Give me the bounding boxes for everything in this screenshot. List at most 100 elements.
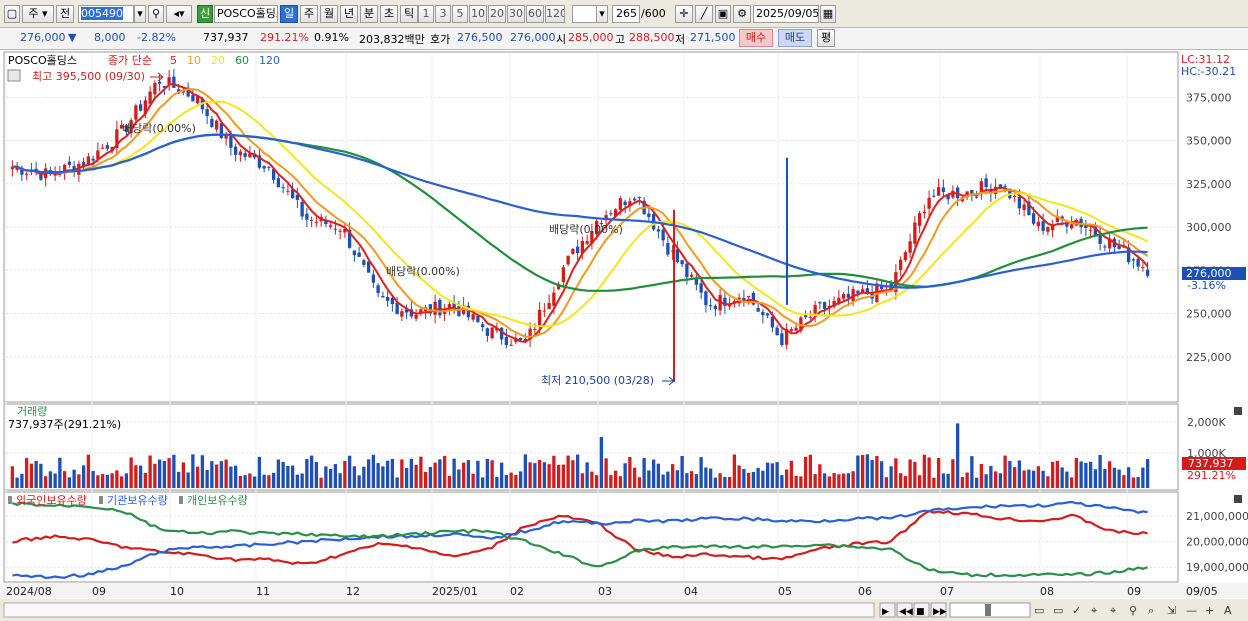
stock-name-field[interactable]: POSCO홀딩스 [214, 5, 278, 23]
unit-dropdown-arrow-icon[interactable]: ▾ [596, 5, 608, 23]
stock-chart[interactable]: 375,000350,000325,000300,000275,000250,0… [0, 50, 1248, 621]
horizontal-scrollbar[interactable] [3, 602, 875, 618]
volume-bar [1041, 470, 1045, 488]
freq-dropdown[interactable]: 주 ▾ [22, 5, 54, 23]
x-tick-label: 11 [256, 585, 270, 598]
volume-bar [803, 456, 808, 488]
toolbar-icon[interactable]: — [1186, 604, 1197, 617]
toolbar-icon[interactable]: ✓ [1072, 604, 1081, 617]
zoom-slider-handle[interactable] [985, 604, 991, 616]
save-icon[interactable]: ▣ [715, 5, 731, 23]
interval-button[interactable]: 5 [452, 5, 468, 23]
toolbar-icon[interactable]: ⇲ [1167, 604, 1176, 617]
volume-bar [100, 474, 105, 488]
volume-bar [243, 475, 247, 488]
volume-bar [1117, 469, 1121, 488]
high-price: 288,500 [629, 31, 675, 44]
volume-bar [395, 477, 399, 488]
volume-bar [1107, 461, 1112, 488]
volume-bar [295, 474, 300, 488]
period-button[interactable]: 년 [340, 5, 358, 23]
volume-bar [461, 462, 466, 488]
interval-button[interactable]: 30 [507, 5, 525, 23]
volume-bar [20, 473, 24, 488]
candle-body [742, 297, 746, 301]
candle-body [262, 166, 266, 169]
candle-body [1017, 196, 1022, 209]
interval-button[interactable]: 60 [526, 5, 544, 23]
speaker-icon[interactable]: ◂▾ [166, 5, 192, 23]
candle-body [100, 147, 105, 149]
stock-code-input[interactable]: 005490 [78, 5, 134, 23]
volume-bar [1093, 469, 1098, 488]
period-button[interactable]: 일 [280, 5, 298, 23]
interval-button[interactable]: 120 [545, 5, 565, 23]
volume-bar [765, 462, 770, 488]
window-menu-icon[interactable]: ▢ [4, 5, 20, 23]
candle-body [756, 307, 760, 312]
volume-bar [1098, 455, 1102, 488]
volume-bar [238, 475, 243, 488]
volume-bar [490, 460, 494, 488]
x-tick-label: 2025/01 [432, 585, 478, 598]
date-input[interactable]: 2025/09/05 [753, 5, 819, 23]
count-total: /600 [641, 7, 666, 20]
candle-body [922, 211, 927, 214]
period-button[interactable]: 초 [380, 5, 398, 23]
ask-price-2: 276,000 [510, 31, 556, 44]
volume-bar [1136, 477, 1140, 488]
toolbar-icon[interactable]: ⌖ [1091, 604, 1097, 617]
table-toggle-icon[interactable] [7, 69, 21, 82]
buy-button[interactable]: 매수 [739, 29, 773, 47]
evaluation-button[interactable]: 평 [817, 29, 835, 47]
candle-body [632, 198, 637, 201]
gear-icon[interactable]: ⚙ [733, 5, 751, 23]
period-button[interactable]: 분 [360, 5, 378, 23]
crosshair-icon[interactable]: ✛ [675, 5, 693, 23]
candle-body [780, 333, 784, 345]
period-button[interactable]: 월 [320, 5, 338, 23]
interval-button[interactable]: 20 [488, 5, 506, 23]
candle-body [675, 249, 680, 262]
holdings-panel-close-icon[interactable] [1234, 495, 1242, 503]
draw-line-icon[interactable]: ╱ [695, 5, 713, 23]
volume-pct: 291.21% [260, 31, 309, 44]
candle-body [229, 134, 233, 148]
toolbar-icon[interactable]: + [1205, 604, 1214, 617]
count-input[interactable]: 265 [612, 5, 640, 23]
volume-bar [495, 476, 499, 488]
calendar-icon[interactable]: ▦ [820, 5, 836, 23]
interval-button[interactable]: 10 [469, 5, 487, 23]
candle-body [1103, 246, 1107, 248]
volume-bar [480, 477, 485, 488]
volume-bar [704, 467, 708, 488]
volume-bar [1122, 475, 1126, 488]
toolbar-icon[interactable]: A [1224, 604, 1232, 617]
period-button[interactable]: 틱 [400, 5, 418, 23]
volume-bar [514, 474, 518, 488]
volume-bar [675, 470, 680, 488]
volume-bar [647, 470, 651, 488]
candle-body [927, 197, 931, 209]
toolbar-icon[interactable]: ▭ [1053, 604, 1063, 617]
x-axis-bar [0, 583, 1248, 598]
toolbar-icon[interactable]: ⌖ [1110, 604, 1116, 617]
prev-button[interactable]: 전 [56, 5, 74, 23]
interval-button[interactable]: 1 [418, 5, 434, 23]
sell-button[interactable]: 매도 [778, 29, 812, 47]
volume-bar [381, 466, 385, 488]
code-dropdown-arrow-icon[interactable]: ▾ [134, 5, 146, 23]
toolbar-icon[interactable]: ⚲ [1129, 604, 1137, 617]
volume-bar [718, 473, 722, 488]
volume-bar [723, 476, 727, 488]
interval-button[interactable]: 3 [435, 5, 451, 23]
volume-panel-close-icon[interactable] [1234, 407, 1242, 415]
volume-bar [48, 471, 53, 488]
search-icon[interactable]: ⚲ [148, 5, 164, 23]
volume-bar [86, 454, 91, 488]
toolbar-icon[interactable]: ⌕ [1148, 604, 1154, 617]
period-button[interactable]: 주 [300, 5, 318, 23]
y-tick-label: 325,000 [1186, 178, 1232, 191]
toolbar-icon[interactable]: ▭ [1034, 604, 1044, 617]
y-tick-label: 225,000 [1186, 351, 1232, 364]
